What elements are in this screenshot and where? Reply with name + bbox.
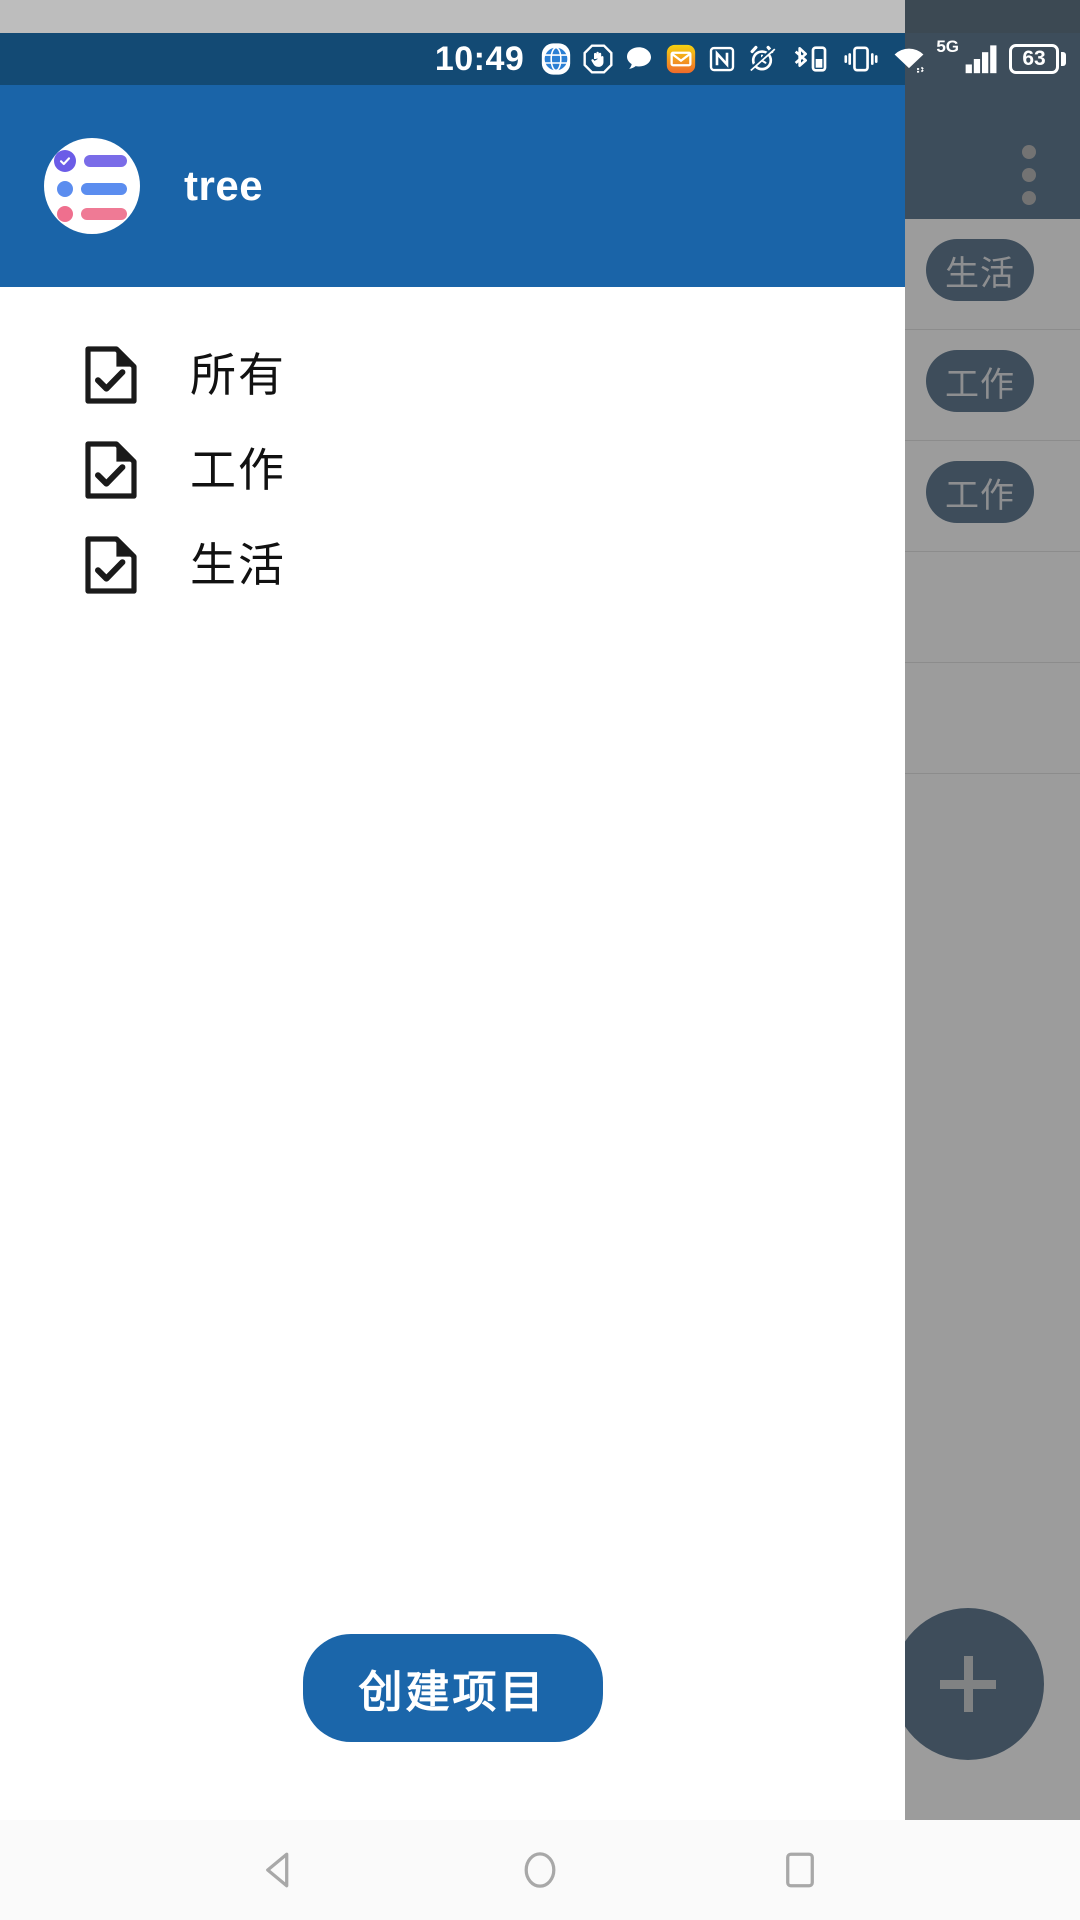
drawer-item-work[interactable]: 工作 (0, 422, 905, 517)
android-nav-bar (0, 1820, 1080, 1920)
logo-row (57, 206, 127, 222)
logo-row (57, 181, 127, 197)
create-project-button[interactable]: 创建项目 (302, 1634, 603, 1742)
logo-bar (81, 208, 127, 220)
document-check-icon (84, 535, 138, 595)
drawer-item-all[interactable]: 所有 (0, 327, 905, 422)
drawer-item-list: 所有 工作 生活 (0, 287, 905, 1634)
tree-checklist-logo (44, 138, 140, 234)
drawer-item-label: 生活 (190, 538, 286, 591)
recents-icon[interactable] (777, 1847, 823, 1893)
status-bar (0, 33, 905, 85)
drawer-header: tree (0, 85, 905, 287)
home-icon[interactable] (517, 1847, 563, 1893)
logo-row (54, 150, 127, 172)
drawer-item-label: 所有 (190, 348, 286, 401)
navigation-drawer: tree 所有 工作 生活 创建项目 (0, 85, 905, 1820)
app-title: tree (184, 162, 264, 209)
logo-bar (81, 183, 127, 195)
logo-bar (84, 155, 127, 167)
check-circle-icon (54, 150, 76, 172)
back-icon[interactable] (257, 1847, 303, 1893)
top-gray-strip (0, 0, 905, 33)
document-check-icon (84, 345, 138, 405)
drawer-item-life[interactable]: 生活 (0, 517, 905, 612)
drawer-footer: 创建项目 (0, 1634, 905, 1820)
drawer-item-label: 工作 (190, 443, 286, 496)
document-check-icon (84, 440, 138, 500)
logo-dot (57, 206, 73, 222)
logo-dot (57, 181, 73, 197)
